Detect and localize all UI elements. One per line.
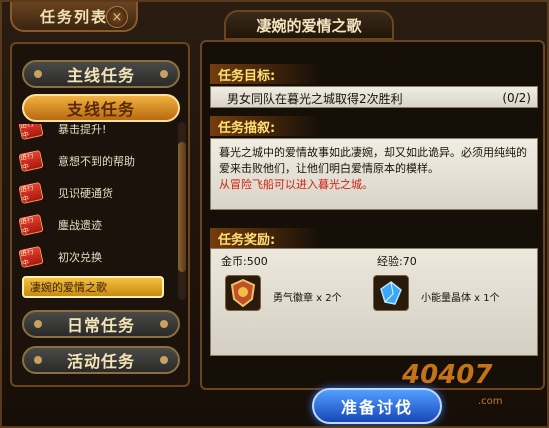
category-branch-button[interactable]: 支线任务 xyxy=(22,94,180,122)
category-label: 日常任务 xyxy=(66,316,135,335)
category-main-button[interactable]: 主线任务 xyxy=(22,60,180,88)
list-item[interactable]: 进行中 意想不到的帮助 xyxy=(18,149,168,173)
quest-detail-panel: 任务目标: 男女同队在暮光之城取得2次胜利 (0/2) 任务描叙: 暮光之城中的… xyxy=(200,40,545,390)
in-progress-tag: 进行中 xyxy=(18,213,44,237)
courage-badge-icon[interactable] xyxy=(225,275,261,311)
task-label: 意想不到的帮助 xyxy=(58,155,135,168)
close-button[interactable]: × xyxy=(106,6,128,28)
goal-text: 男女同队在暮光之城取得2次胜利 xyxy=(227,91,403,106)
in-progress-tag: 进行中 xyxy=(18,124,44,141)
task-label: 见识硬通货 xyxy=(58,187,113,200)
list-item[interactable]: 进行中 鏖战遗迹 xyxy=(18,213,168,237)
category-label: 活动任务 xyxy=(66,352,135,371)
list-item[interactable]: 进行中 见识硬通货 xyxy=(18,181,168,205)
start-quest-label: 准备讨伐 xyxy=(340,398,413,417)
button-rivet-icon xyxy=(160,356,168,364)
in-progress-tag: 进行中 xyxy=(18,181,44,205)
goal-row: 男女同队在暮光之城取得2次胜利 (0/2) xyxy=(219,87,539,109)
quest-detail-header: 凄婉的爱情之歌 xyxy=(224,10,394,40)
energy-crystal-icon[interactable] xyxy=(373,275,409,311)
category-event-button[interactable]: 活动任务 xyxy=(22,346,180,374)
reward-section-title: 任务奖励: xyxy=(210,228,320,248)
task-label: 初次兑换 xyxy=(58,251,102,264)
button-rivet-icon xyxy=(34,356,42,364)
list-item-selected[interactable]: 凄婉的爱情之歌 xyxy=(22,276,164,298)
quest-category-panel: 主线任务 支线任务 进行中 暴击提升! 进行中 意想不到的帮助 进行中 见识硬通… xyxy=(10,42,190,387)
list-item[interactable]: 进行中 初次兑换 xyxy=(18,245,168,269)
quest-window: 任务列表 × 主线任务 支线任务 进行中 暴击提升! 进行中 意想不到的帮助 进… xyxy=(0,0,549,428)
task-label: 凄婉的爱情之歌 xyxy=(30,281,107,294)
panel-title: 任务列表 xyxy=(39,7,108,26)
task-list-scrollbar[interactable] xyxy=(178,122,186,300)
list-item[interactable]: 进行中 暴击提升! xyxy=(18,124,168,141)
goal-section-title: 任务目标: xyxy=(210,64,320,84)
exp-reward: 经验:70 xyxy=(377,255,417,268)
gold-reward: 金币:500 xyxy=(221,255,268,268)
reward-item-name: 小能量晶体 x 1个 xyxy=(421,293,500,304)
category-daily-button[interactable]: 日常任务 xyxy=(22,310,180,338)
task-label: 暴击提升! xyxy=(58,124,107,136)
task-list: 进行中 暴击提升! 进行中 意想不到的帮助 进行中 见识硬通货 进行中 鏖战遗迹… xyxy=(16,124,176,300)
in-progress-tag: 进行中 xyxy=(18,245,44,269)
goal-progress: (0/2) xyxy=(502,91,531,105)
description-body: 暮光之城中的爱情故事如此凄婉，却又如此诡异。必须用纯纯的爱来击败他们，让他们明白… xyxy=(219,146,527,175)
description-section-title: 任务描叙: xyxy=(210,116,320,136)
category-label: 支线任务 xyxy=(66,100,135,119)
reward-box: 金币:500 经验:70 勇气徽章 x 2个 小能量晶体 x 1个 xyxy=(210,248,538,356)
button-rivet-icon xyxy=(34,70,42,78)
site-watermark-logo: 40407 xyxy=(402,360,493,390)
description-text: 暮光之城中的爱情故事如此凄婉，却又如此诡异。必须用纯纯的爱来击败他们，让他们明白… xyxy=(219,145,537,193)
description-hint: 从冒险飞船可以进入暮光之城。 xyxy=(219,178,373,191)
goal-box: 男女同队在暮光之城取得2次胜利 (0/2) xyxy=(210,86,538,108)
category-label: 主线任务 xyxy=(66,66,135,85)
button-rivet-icon xyxy=(160,70,168,78)
start-quest-button[interactable]: 准备讨伐 xyxy=(312,388,442,424)
quest-title: 凄婉的爱情之歌 xyxy=(256,16,362,35)
button-rivet-icon xyxy=(160,320,168,328)
description-box: 暮光之城中的爱情故事如此凄婉，却又如此诡异。必须用纯纯的爱来击败他们，让他们明白… xyxy=(210,138,538,210)
reward-item-name: 勇气徽章 x 2个 xyxy=(273,293,342,304)
task-label: 鏖战遗迹 xyxy=(58,219,102,232)
close-icon: × xyxy=(111,9,123,25)
in-progress-tag: 进行中 xyxy=(18,149,44,173)
scrollbar-thumb[interactable] xyxy=(178,142,186,272)
site-watermark-domain: .com xyxy=(478,396,503,407)
button-rivet-icon xyxy=(34,320,42,328)
